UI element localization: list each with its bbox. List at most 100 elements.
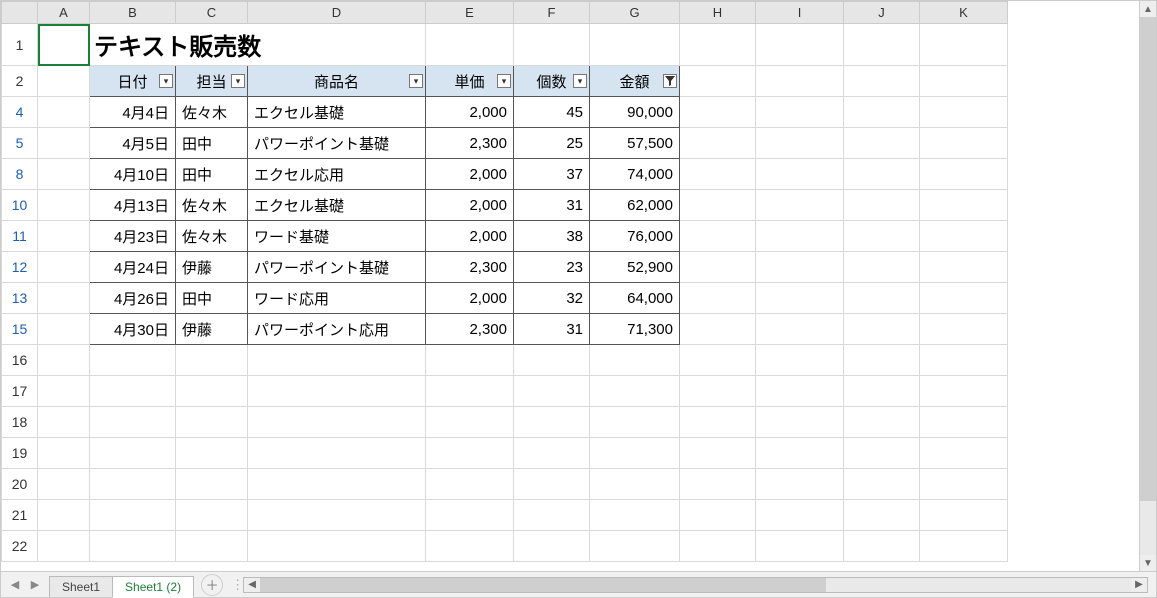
cell[interactable] <box>38 97 90 128</box>
data-cell-price[interactable]: 2,000 <box>426 190 514 221</box>
data-cell-staff[interactable]: 佐々木 <box>176 190 248 221</box>
data-cell-date[interactable]: 4月4日 <box>90 97 176 128</box>
cell[interactable] <box>680 438 756 469</box>
table-header-staff[interactable]: 担当▾ <box>176 66 248 97</box>
cell[interactable] <box>680 128 756 159</box>
cell[interactable] <box>38 221 90 252</box>
data-cell-date[interactable]: 4月24日 <box>90 252 176 283</box>
new-sheet-button[interactable]: ＋ <box>201 574 223 596</box>
cell[interactable] <box>38 500 90 531</box>
data-cell-date[interactable]: 4月30日 <box>90 314 176 345</box>
cell[interactable] <box>680 24 756 66</box>
scroll-up-button[interactable]: ▲ <box>1140 1 1156 17</box>
data-cell-product[interactable]: エクセル応用 <box>248 159 426 190</box>
cell[interactable] <box>38 159 90 190</box>
cell[interactable] <box>248 531 426 562</box>
data-cell-amount[interactable]: 90,000 <box>590 97 680 128</box>
cell[interactable] <box>756 407 844 438</box>
cell[interactable] <box>756 97 844 128</box>
data-cell-product[interactable]: パワーポイント基礎 <box>248 252 426 283</box>
cell[interactable] <box>90 531 176 562</box>
cell[interactable] <box>756 24 844 66</box>
cell[interactable] <box>514 345 590 376</box>
cell[interactable] <box>844 438 920 469</box>
cell[interactable] <box>514 376 590 407</box>
tab-resize-grip[interactable]: ⋮ <box>231 577 237 593</box>
cell[interactable] <box>844 531 920 562</box>
row-header[interactable]: 8 <box>2 159 38 190</box>
cell[interactable] <box>680 407 756 438</box>
data-cell-price[interactable]: 2,000 <box>426 221 514 252</box>
cell[interactable] <box>248 438 426 469</box>
cell[interactable] <box>38 438 90 469</box>
column-header-B[interactable]: B <box>90 2 176 24</box>
cell[interactable] <box>844 376 920 407</box>
cell[interactable] <box>680 500 756 531</box>
cell[interactable] <box>920 252 1008 283</box>
row-header[interactable]: 16 <box>2 345 38 376</box>
sheet-tab[interactable]: Sheet1 (2) <box>112 576 194 598</box>
cell[interactable] <box>590 345 680 376</box>
row-header[interactable]: 2 <box>2 66 38 97</box>
cell[interactable] <box>590 24 680 66</box>
cell[interactable] <box>680 97 756 128</box>
data-cell-date[interactable]: 4月23日 <box>90 221 176 252</box>
cell[interactable] <box>844 159 920 190</box>
cell[interactable] <box>514 531 590 562</box>
cell[interactable] <box>514 438 590 469</box>
filter-dropdown-icon[interactable]: ▾ <box>573 74 587 88</box>
data-cell-product[interactable]: エクセル基礎 <box>248 190 426 221</box>
data-cell-product[interactable]: ワード基礎 <box>248 221 426 252</box>
table-header-qty[interactable]: 個数▾ <box>514 66 590 97</box>
cell[interactable] <box>590 531 680 562</box>
cell[interactable] <box>248 500 426 531</box>
scroll-right-button[interactable]: ▶ <box>1131 578 1147 592</box>
cell[interactable] <box>590 438 680 469</box>
cell[interactable] <box>680 66 756 97</box>
hscroll-track[interactable] <box>260 578 1131 592</box>
cell[interactable] <box>176 345 248 376</box>
column-header-F[interactable]: F <box>514 2 590 24</box>
cell[interactable] <box>248 407 426 438</box>
cell[interactable] <box>38 252 90 283</box>
cell[interactable] <box>176 407 248 438</box>
row-header[interactable]: 17 <box>2 376 38 407</box>
row-header[interactable]: 11 <box>2 221 38 252</box>
cell[interactable] <box>920 345 1008 376</box>
cell[interactable] <box>844 66 920 97</box>
data-cell-qty[interactable]: 32 <box>514 283 590 314</box>
cell[interactable] <box>38 469 90 500</box>
cell[interactable] <box>844 24 920 66</box>
cell[interactable] <box>680 252 756 283</box>
cell[interactable] <box>920 128 1008 159</box>
cell[interactable] <box>426 500 514 531</box>
row-header[interactable]: 5 <box>2 128 38 159</box>
row-header[interactable]: 15 <box>2 314 38 345</box>
data-cell-product[interactable]: パワーポイント応用 <box>248 314 426 345</box>
cell[interactable] <box>756 252 844 283</box>
cell[interactable] <box>844 128 920 159</box>
data-cell-qty[interactable]: 25 <box>514 128 590 159</box>
cell[interactable] <box>844 221 920 252</box>
cell[interactable] <box>176 376 248 407</box>
filter-dropdown-icon[interactable]: ▾ <box>231 74 245 88</box>
cell[interactable] <box>844 500 920 531</box>
data-cell-qty[interactable]: 31 <box>514 190 590 221</box>
cell[interactable] <box>920 500 1008 531</box>
cell[interactable] <box>756 500 844 531</box>
cell[interactable] <box>248 376 426 407</box>
cell[interactable] <box>514 500 590 531</box>
cell-A1-selected[interactable] <box>38 24 90 66</box>
title-cell[interactable]: テキスト販売数 <box>90 24 426 66</box>
data-cell-date[interactable]: 4月10日 <box>90 159 176 190</box>
row-header[interactable]: 10 <box>2 190 38 221</box>
cell[interactable] <box>756 438 844 469</box>
column-header-I[interactable]: I <box>756 2 844 24</box>
data-cell-amount[interactable]: 76,000 <box>590 221 680 252</box>
data-cell-date[interactable]: 4月5日 <box>90 128 176 159</box>
horizontal-scrollbar[interactable]: ◀ ▶ <box>243 577 1148 593</box>
cell[interactable] <box>90 469 176 500</box>
cell[interactable] <box>920 469 1008 500</box>
table-header-date[interactable]: 日付▾ <box>90 66 176 97</box>
data-cell-price[interactable]: 2,300 <box>426 128 514 159</box>
